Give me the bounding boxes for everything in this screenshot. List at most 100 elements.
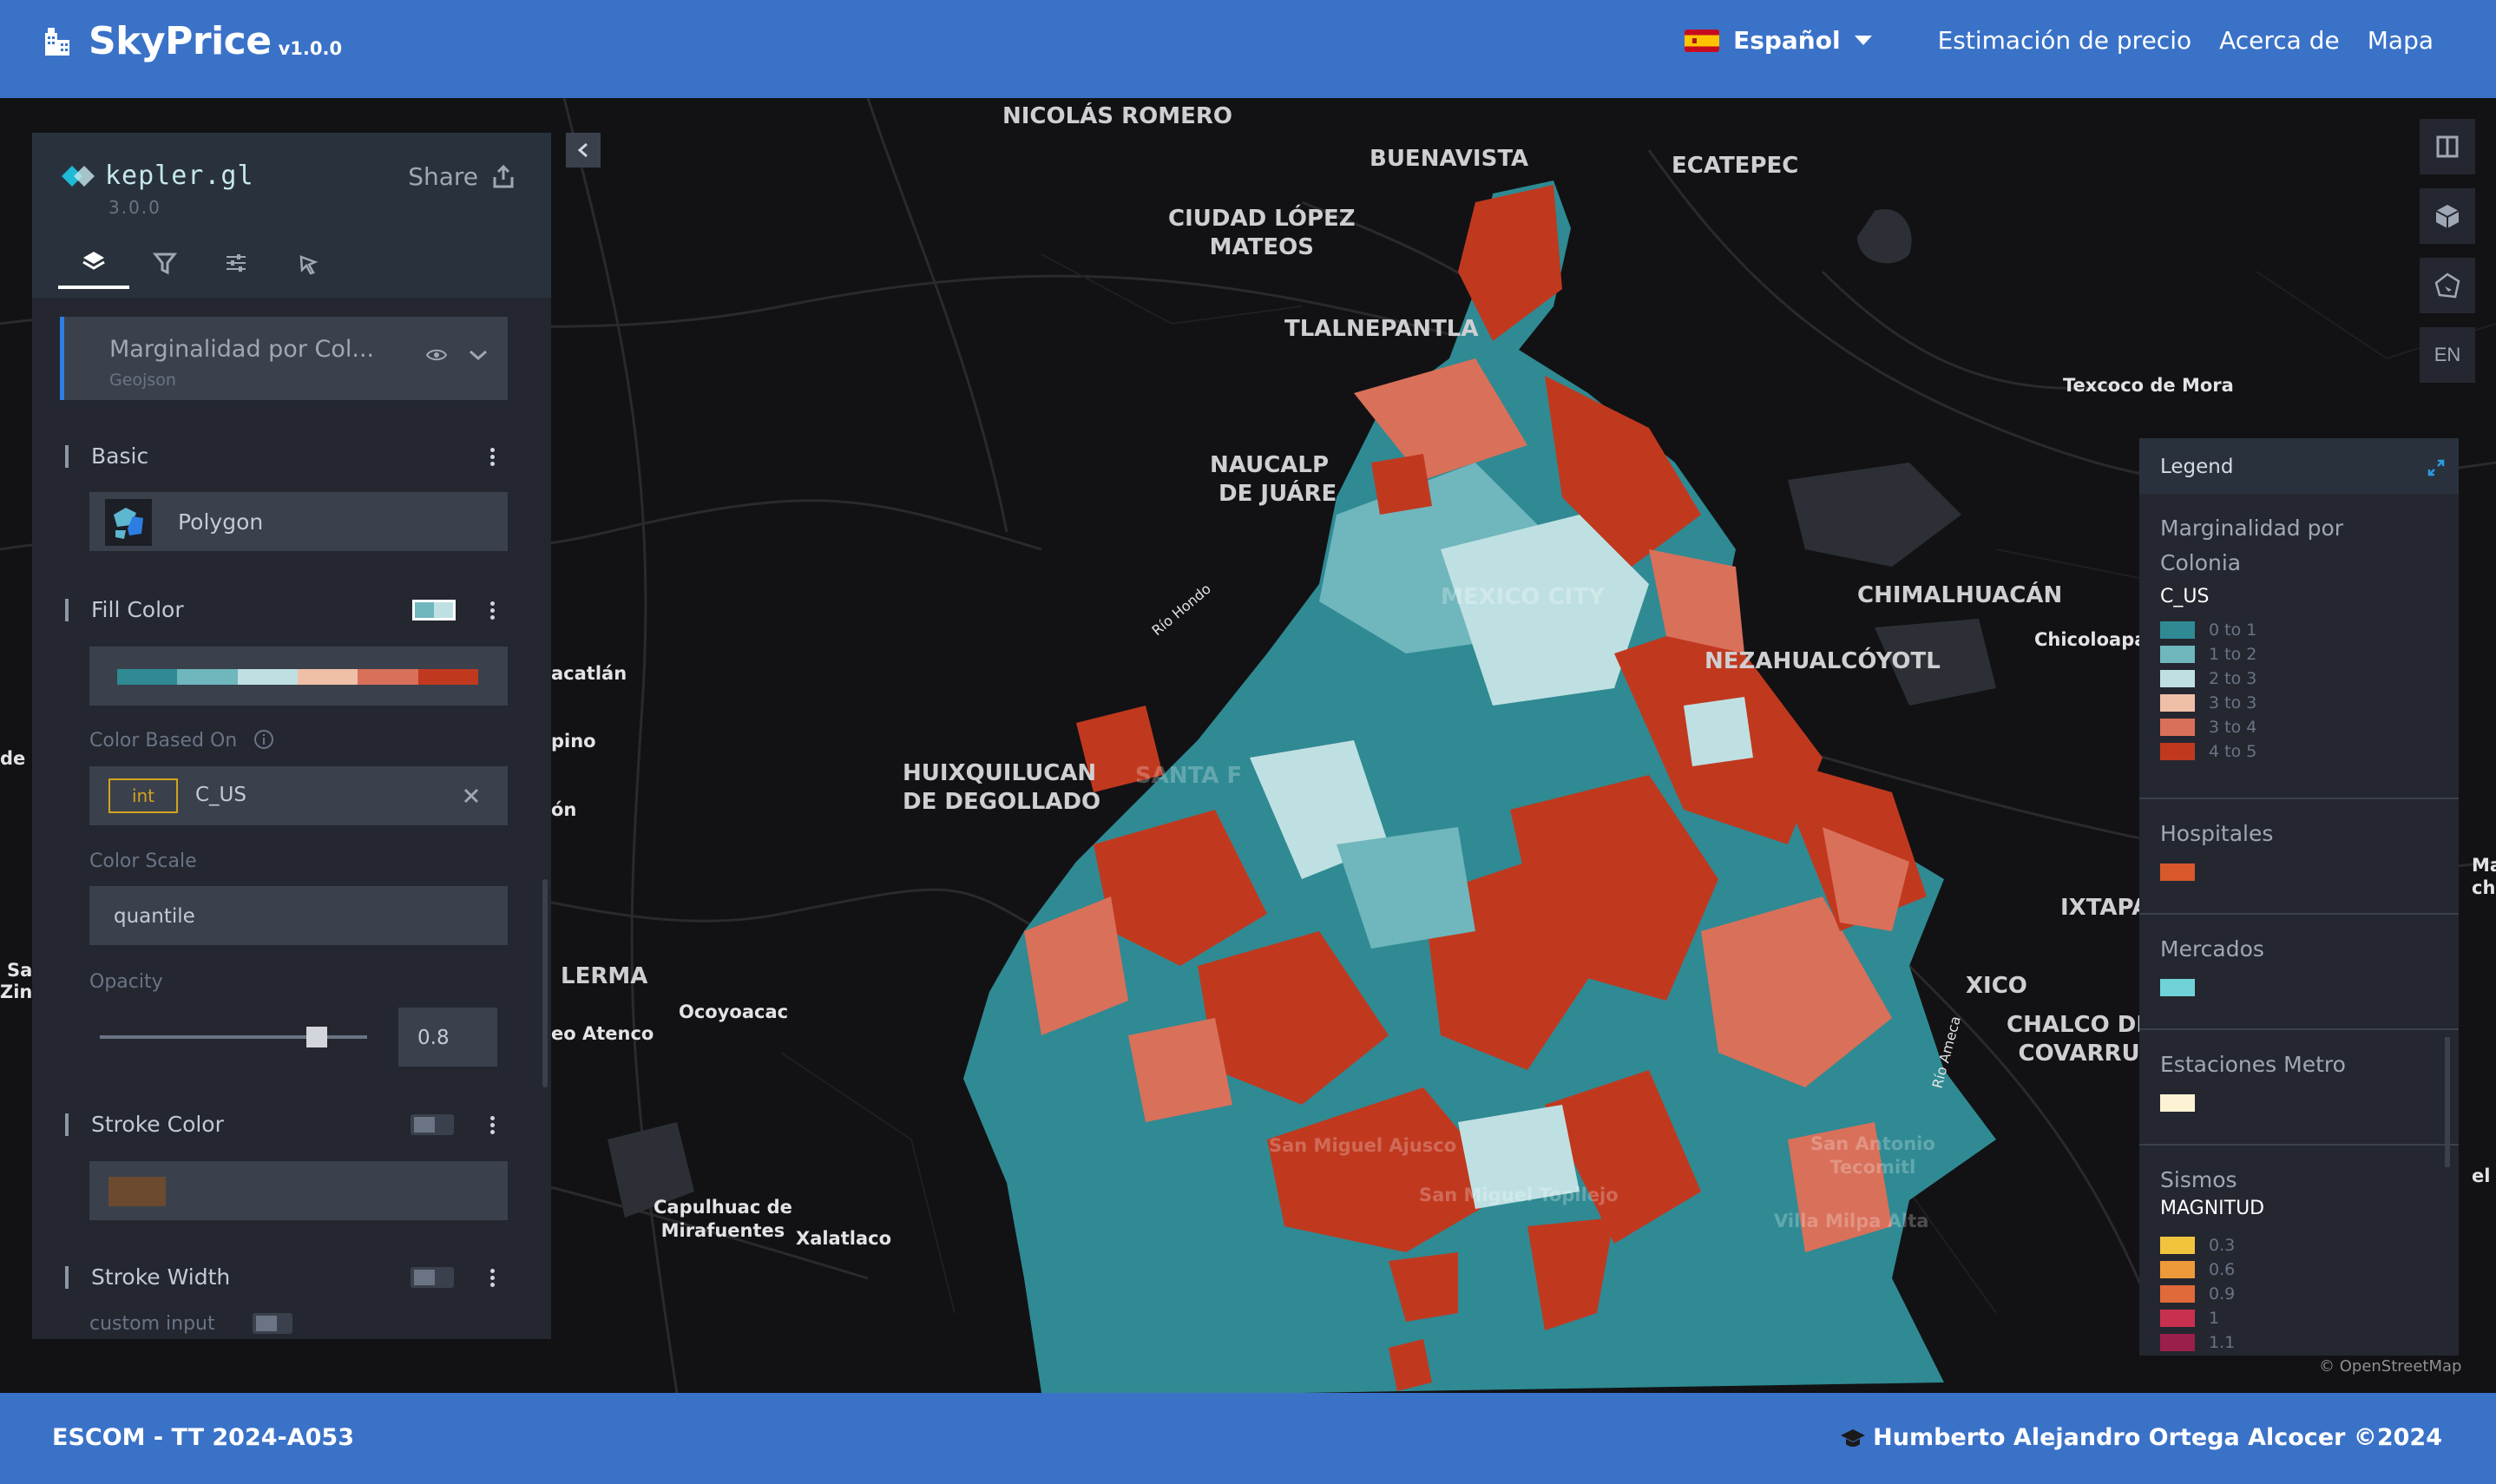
place-label: acatlán [551, 663, 627, 684]
kepler-side-panel: kepler.gl 3.0.0 Share Marginalidad por C… [32, 133, 551, 1339]
legend-item: 3 to 3 [2160, 691, 2438, 715]
custom-input-toggle[interactable] [253, 1313, 292, 1334]
place-label: pino [551, 731, 596, 752]
locale-button[interactable]: EN [2420, 327, 2475, 383]
color-scale-selector[interactable]: quantile [89, 886, 508, 945]
draw-polygon-button[interactable] [2420, 258, 2475, 313]
eye-icon[interactable] [426, 348, 447, 362]
polygon-label: Polygon [178, 509, 264, 535]
legend-swatch [2160, 621, 2195, 639]
kepler-logo[interactable]: kepler.gl [62, 161, 254, 191]
cube-icon [2435, 205, 2460, 228]
stroke-width-toggle[interactable] [411, 1267, 454, 1288]
legend-swatch [2160, 1261, 2195, 1278]
legend-item-label: 3 to 3 [2209, 693, 2257, 712]
split-map-icon [2436, 135, 2459, 158]
color-field-selector[interactable]: int C_US [89, 766, 508, 825]
more-options-icon[interactable] [490, 1113, 497, 1137]
place-label: San Miguel Topilejo [1419, 1185, 1619, 1205]
place-label: HUIXQUILUCAN DE DEGOLLADO [903, 759, 1100, 817]
brand[interactable]: SkyPrice v1.0.0 [40, 19, 342, 63]
legend-swatch [2160, 863, 2195, 881]
section-stroke-color[interactable]: Stroke Color [65, 1113, 224, 1136]
custom-input-label: custom input [89, 1313, 215, 1335]
side-panel-tabs [58, 237, 343, 289]
palette-swatch [237, 669, 298, 685]
place-label: NICOLÁS ROMERO [1002, 103, 1232, 129]
more-options-icon[interactable] [490, 599, 497, 622]
nav-mapa[interactable]: Mapa [2368, 26, 2434, 55]
color-based-on-label: Color Based On [89, 730, 238, 752]
place-label: de [0, 748, 26, 769]
tab-layers[interactable] [58, 237, 129, 289]
collapse-panel-button[interactable] [566, 133, 601, 167]
fill-color-swatch[interactable] [412, 600, 456, 621]
legend-swatch [2160, 694, 2195, 712]
language-dropdown[interactable]: Español [1685, 26, 1872, 55]
legend-layer-name: Mercados [2160, 936, 2264, 962]
field-type-badge: int [108, 778, 178, 813]
layer-card[interactable]: Marginalidad por Col... Geojson [60, 317, 508, 400]
place-line: COVARRU [2018, 1041, 2140, 1067]
3d-view-button[interactable] [2420, 188, 2475, 244]
nav-estimacion[interactable]: Estimación de precio [1938, 26, 2192, 55]
place-line: CIUDAD LÓPEZ [1168, 206, 1356, 232]
place-label: Xalatlaco [796, 1228, 892, 1249]
tab-basemap[interactable] [272, 237, 343, 289]
legend-swatch [2160, 743, 2195, 760]
kepler-version: 3.0.0 [108, 197, 161, 218]
palette-swatch [358, 669, 418, 685]
legend-field: C_US [2160, 586, 2210, 607]
tab-interactions[interactable] [200, 237, 272, 289]
legend-item: 0.6 [2160, 1257, 2438, 1282]
place-label: San Miguel Ajusco [1269, 1135, 1457, 1156]
close-icon[interactable] [463, 787, 480, 804]
nav-acerca[interactable]: Acerca de [2219, 26, 2340, 55]
opacity-value: 0.8 [417, 1027, 450, 1049]
stroke-color-picker[interactable] [89, 1161, 508, 1220]
share-button[interactable]: Share [408, 162, 516, 191]
split-map-button[interactable] [2420, 119, 2475, 174]
opacity-input[interactable]: 0.8 [398, 1008, 497, 1067]
place-line: CHALCO DE [2007, 1012, 2152, 1038]
legend-title: Legend [2160, 456, 2234, 478]
place-label: TLALNEPANTLA [1284, 316, 1479, 342]
kepler-name: kepler.gl [105, 161, 254, 191]
layer-type: Geojson [109, 371, 176, 390]
section-basic[interactable]: Basic [65, 445, 148, 468]
legend-item-label: 0.6 [2209, 1260, 2236, 1279]
legend-scrollbar[interactable] [2445, 1037, 2450, 1167]
layer-type-selector[interactable]: Polygon [89, 492, 508, 551]
collapse-legend-icon[interactable] [2426, 457, 2447, 478]
section-fill-color[interactable]: Fill Color [65, 599, 184, 621]
legend-item: 1 [2160, 1306, 2438, 1330]
more-options-icon[interactable] [490, 1266, 497, 1290]
place-label: NAUCALP DE JUÁRE [1210, 451, 1337, 509]
legend-layer-sismos: Sismos MAGNITUD 0.3 0.6 0.9 1 1.1 [2139, 1146, 2459, 1355]
side-panel-scrollbar[interactable] [542, 879, 548, 1087]
opacity-slider-handle[interactable] [306, 1027, 327, 1047]
place-label: XICO [1966, 973, 2027, 999]
place-label: BUENAVISTA [1370, 146, 1529, 172]
place-label: IXTAPA [2060, 895, 2150, 921]
info-icon[interactable] [253, 729, 274, 750]
legend-item: 2 to 3 [2160, 666, 2438, 691]
legend-swatch [2160, 719, 2195, 736]
opacity-label: Opacity [89, 971, 163, 993]
palette-swatch [177, 669, 238, 685]
place-label: CHIMALHUACÁN [1857, 582, 2063, 608]
tab-filters[interactable] [129, 237, 200, 289]
section-stroke-width[interactable]: Stroke Width [65, 1266, 230, 1289]
place-label: LERMA [561, 963, 648, 989]
color-scale-label: Color Scale [89, 850, 197, 872]
stroke-color-toggle[interactable] [411, 1114, 454, 1135]
legend-swatch [2160, 1094, 2195, 1112]
sliders-icon [227, 254, 246, 272]
map-attribution[interactable]: © OpenStreetMap [2319, 1357, 2461, 1376]
more-options-icon[interactable] [490, 445, 497, 469]
place-line: MATEOS [1209, 234, 1314, 260]
kepler-logo-icon [62, 165, 95, 187]
chevron-down-icon[interactable] [468, 346, 489, 364]
color-palette-selector[interactable] [89, 647, 508, 706]
chevron-down-icon [1854, 36, 1872, 45]
